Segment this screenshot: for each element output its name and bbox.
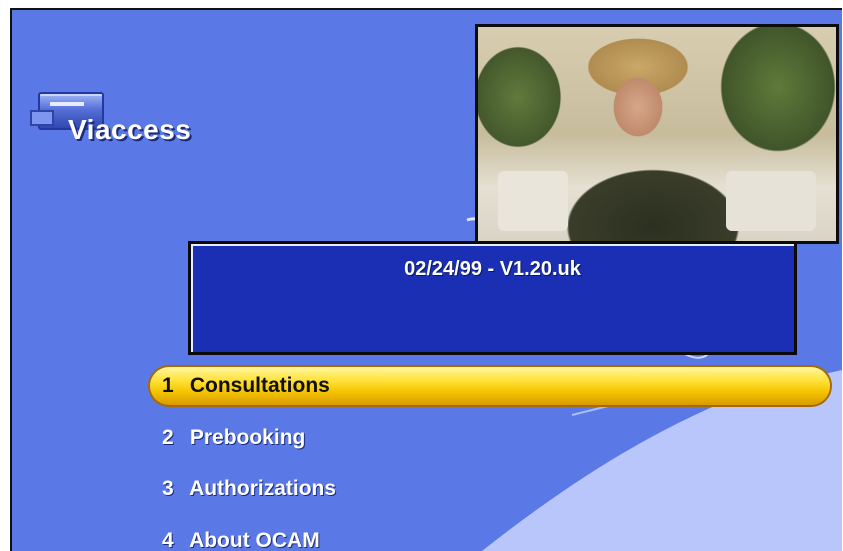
menu-item-authorizations[interactable]: 3 Authorizations xyxy=(150,470,830,508)
menu-item-number: 2 xyxy=(162,426,174,449)
menu-item-number: 1 xyxy=(162,374,174,397)
menu-item-label: Prebooking xyxy=(189,426,306,449)
menu-item-consultations[interactable]: 1 Consultations xyxy=(150,367,830,405)
menu-item-prebooking[interactable]: 2 Prebooking xyxy=(150,419,830,457)
video-preview xyxy=(475,24,839,244)
version-text: 02/24/99 - V1.20.uk xyxy=(404,258,581,280)
menu-item-number: 3 xyxy=(162,477,174,500)
menu-item-label: Authorizations xyxy=(189,477,337,500)
version-info-box: 02/24/99 - V1.20.uk xyxy=(188,241,797,355)
logo-text: Viaccess xyxy=(68,114,192,145)
video-scene-chair xyxy=(726,171,816,231)
menu-item-label: Consultations xyxy=(189,374,330,397)
tv-screen: Viaccess 02/24/99 - V1.20.uk 1 Consultat… xyxy=(10,8,842,551)
menu-item-number: 4 xyxy=(162,529,174,551)
menu-item-about-ocam[interactable]: 4 About OCAM xyxy=(150,522,830,551)
menu-item-label: About OCAM xyxy=(189,529,320,551)
video-scene-chair xyxy=(498,171,568,231)
